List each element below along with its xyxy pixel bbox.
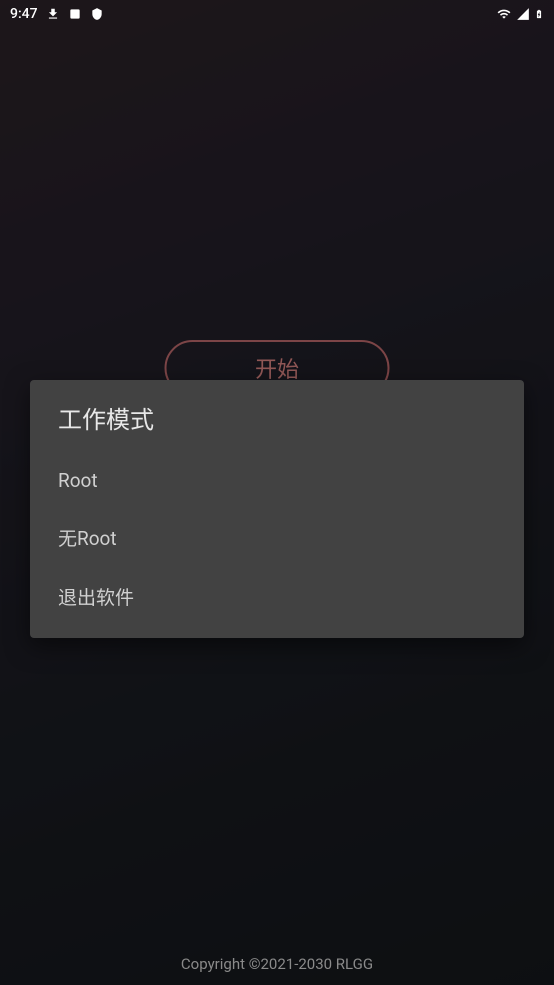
- dialog-option-no-root[interactable]: 无Root: [30, 508, 524, 567]
- signal-icon: [516, 7, 530, 21]
- wifi-icon: [496, 7, 512, 21]
- footer-copyright: Copyright ©2021-2030 RLGG: [0, 955, 554, 973]
- shield-icon: [90, 7, 104, 21]
- dialog-option-exit[interactable]: 退出软件: [30, 567, 524, 626]
- status-time: 9:47: [10, 6, 38, 22]
- battery-icon: [534, 6, 544, 22]
- download-icon: [46, 7, 60, 21]
- app-notification-icon: [68, 7, 82, 21]
- dialog-option-root[interactable]: Root: [30, 453, 524, 508]
- status-bar-left: 9:47: [10, 6, 104, 22]
- status-bar: 9:47: [0, 0, 554, 28]
- status-bar-right: [496, 6, 544, 22]
- work-mode-dialog: 工作模式 Root 无Root 退出软件: [30, 380, 524, 638]
- dialog-title: 工作模式: [30, 400, 524, 453]
